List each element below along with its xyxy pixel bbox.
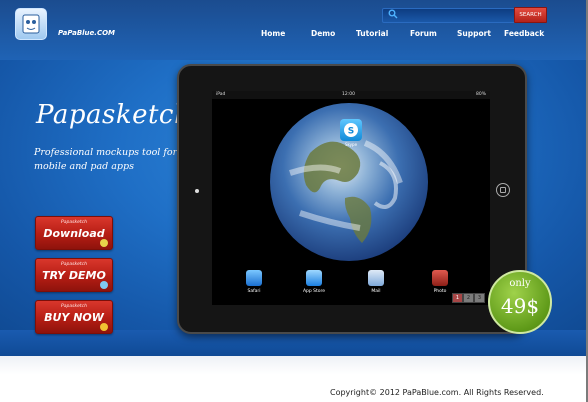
buy-now-label: BUY NOW <box>44 311 104 324</box>
safari-app-label: Safari <box>247 289 261 294</box>
photo-app-icon[interactable] <box>432 270 448 286</box>
try-demo-label: TRY DEMO <box>42 269 106 282</box>
coin-icon <box>100 323 108 331</box>
home-square-icon <box>500 187 506 193</box>
ipad-screen: iPad 12:00 80% S Skype Safari App Store … <box>212 91 490 305</box>
buy-now-brand: Papasketch <box>61 304 87 309</box>
price-amount: 49$ <box>500 294 540 318</box>
status-battery: 80% <box>475 92 486 97</box>
ipad-home-button <box>496 183 510 197</box>
hero-title: Papasketch <box>36 100 192 130</box>
try-demo-button[interactable]: Papasketch TRY DEMO <box>35 258 113 292</box>
download-button[interactable]: Papasketch Download <box>35 216 113 250</box>
nav-support[interactable]: Support <box>457 29 491 38</box>
demo-icon <box>100 281 108 289</box>
mail-app-label: Mail <box>371 289 381 294</box>
nav-demo[interactable]: Demo <box>311 29 335 38</box>
pager-item-1[interactable]: 1 <box>452 293 463 303</box>
download-arrow-icon <box>100 239 108 247</box>
search-input[interactable] <box>402 9 510 20</box>
page: Copyright© 2012 PaPaBlue.com. All Rights… <box>0 0 588 402</box>
price-prefix: only <box>509 278 531 289</box>
download-label: Download <box>43 227 105 240</box>
status-carrier: iPad <box>216 92 226 97</box>
safari-app-icon[interactable] <box>246 270 262 286</box>
status-bar: iPad 12:00 80% <box>212 91 490 99</box>
status-time: 12:00 <box>342 92 355 97</box>
skype-app-icon[interactable]: S <box>340 119 362 141</box>
search-icon <box>388 9 398 19</box>
pager-item-2[interactable]: 2 <box>463 293 474 303</box>
ipad-camera <box>195 189 199 193</box>
logo-icon[interactable] <box>15 8 47 40</box>
hero-subtitle: Professional mockups tool for mobile and… <box>34 147 178 172</box>
nav-home[interactable]: Home <box>261 29 285 38</box>
search-button[interactable]: SEARCH <box>514 7 547 23</box>
buy-now-button[interactable]: Papasketch BUY NOW <box>35 300 113 334</box>
mail-app-icon[interactable] <box>368 270 384 286</box>
nav-tutorial[interactable]: Tutorial <box>356 29 388 38</box>
try-demo-brand: Papasketch <box>61 262 87 267</box>
logo-text[interactable]: PaPaBlue.COM <box>58 29 115 37</box>
download-brand: Papasketch <box>61 220 87 225</box>
app-store-icon[interactable] <box>306 270 322 286</box>
copyright-text: Copyright© 2012 PaPaBlue.com. All Rights… <box>330 388 544 397</box>
pager-item-3[interactable]: 3 <box>474 293 485 303</box>
svg-text:S: S <box>348 127 354 137</box>
app-store-label: App Store <box>302 289 326 294</box>
nav-feedback[interactable]: Feedback <box>504 29 544 38</box>
skype-app-label: Skype <box>344 142 358 147</box>
nav-forum[interactable]: Forum <box>410 29 437 38</box>
price-badge: only 49$ <box>488 270 552 334</box>
